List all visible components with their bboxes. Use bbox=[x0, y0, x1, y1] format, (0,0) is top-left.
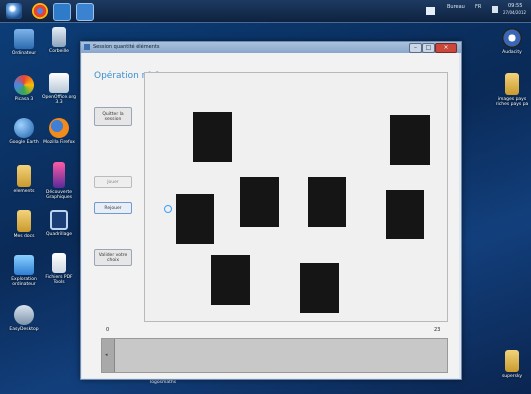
desktop-icon-openoffice[interactable]: OpenOffice.org 3.3 bbox=[40, 73, 78, 105]
window-title: Session quantité éléments bbox=[93, 44, 160, 50]
close-button[interactable]: × bbox=[435, 43, 457, 53]
desktop-label: Quadrillage bbox=[46, 232, 72, 237]
firefox-icon bbox=[49, 118, 69, 138]
quit-session-button[interactable]: Quitter la session bbox=[94, 107, 132, 126]
clock-date[interactable]: 27/04/2012 bbox=[503, 10, 526, 15]
desktop-label: Audacity bbox=[502, 50, 522, 55]
desktop-label: elements bbox=[13, 189, 35, 194]
desktop-label: Exploration ordinateur bbox=[11, 277, 37, 287]
volume-icon[interactable] bbox=[492, 6, 498, 13]
desktop-bottom-label: logosmaths bbox=[150, 380, 177, 385]
clock-time[interactable]: 09:55 bbox=[508, 3, 522, 9]
desktop-icon-fichiers[interactable]: Fichiers PDF Tools bbox=[40, 253, 78, 285]
google-earth-icon bbox=[14, 118, 34, 138]
app-icon bbox=[53, 162, 65, 188]
taskbar: Bureau FR 09:55 27/04/2012 bbox=[0, 0, 531, 23]
element-square bbox=[240, 177, 279, 227]
window-titlebar[interactable]: Session quantité éléments – □ × bbox=[81, 42, 461, 53]
element-square bbox=[386, 190, 424, 239]
openoffice-icon bbox=[49, 73, 69, 93]
desktop-label: Picasa 3 bbox=[14, 97, 34, 102]
window-client: Opération n° 1 Quitter la session Jouer … bbox=[82, 53, 459, 378]
scale-min-label: 0 bbox=[106, 327, 110, 333]
play-button[interactable]: Jouer bbox=[94, 176, 132, 188]
picasa-icon bbox=[14, 75, 34, 95]
folder-icon bbox=[17, 210, 31, 232]
slider-arrow-icon: ◂ bbox=[105, 352, 108, 358]
maximize-button[interactable]: □ bbox=[422, 43, 435, 53]
desktop-label: Mes docs bbox=[13, 234, 35, 239]
validate-choice-button[interactable]: Valider votre choix bbox=[94, 249, 132, 266]
desktop-label: OpenOffice.org 3.3 bbox=[42, 95, 76, 105]
app-icon-2[interactable] bbox=[76, 3, 94, 21]
desktop-icon-exploration[interactable]: Exploration ordinateur bbox=[5, 255, 43, 287]
tray-language[interactable]: FR bbox=[475, 4, 481, 10]
desktop-label: images pays riches pays pa bbox=[495, 97, 529, 107]
folder-icon bbox=[505, 73, 519, 95]
desktop-icon-quadrillage[interactable]: Quadrillage bbox=[40, 210, 78, 237]
audacity-icon bbox=[502, 28, 522, 48]
desktop-icon-google-earth[interactable]: Google Earth bbox=[5, 118, 43, 145]
file-icon bbox=[52, 253, 66, 273]
desktop-label: supersky bbox=[501, 374, 523, 379]
desktop-icon-easydesktop[interactable]: EasyDesktop bbox=[5, 305, 43, 332]
desktop-label: Mozilla Firefox bbox=[43, 140, 75, 145]
desktop-icon-elements[interactable]: elements bbox=[5, 165, 43, 194]
element-square bbox=[390, 115, 430, 165]
desktop-icon-mes-docs[interactable]: Mes docs bbox=[5, 210, 43, 239]
desktop-icon-images[interactable]: images pays riches pays pa bbox=[493, 73, 531, 107]
computer-icon bbox=[14, 29, 34, 49]
quantity-slider[interactable]: ◂ bbox=[101, 338, 448, 373]
app-icon bbox=[14, 305, 34, 325]
desktop-icon-recycle-bin[interactable]: Corbeille bbox=[40, 27, 78, 54]
desktop-icon-picasa[interactable]: Picasa 3 bbox=[5, 75, 43, 102]
session-window: Session quantité éléments – □ × Opératio… bbox=[80, 41, 462, 380]
window-icon bbox=[84, 44, 90, 50]
replay-button[interactable]: Rejouer bbox=[94, 202, 132, 214]
slider-handle[interactable] bbox=[102, 339, 115, 372]
notification-icon[interactable] bbox=[426, 7, 435, 15]
element-square bbox=[308, 177, 346, 227]
desktop-label: Corbeille bbox=[49, 49, 69, 54]
desktop-icon-computer[interactable]: Ordinateur bbox=[5, 29, 43, 56]
desktop-label: Découverte Graphiques bbox=[45, 190, 73, 200]
desktop-icon-audacity[interactable]: Audacity bbox=[493, 28, 531, 55]
app-icon[interactable] bbox=[53, 3, 71, 21]
scale-max-label: 23 bbox=[434, 327, 441, 333]
minimize-button[interactable]: – bbox=[409, 43, 422, 53]
chrome-icon[interactable] bbox=[32, 3, 48, 19]
app-icon bbox=[14, 255, 34, 275]
recycle-bin-icon bbox=[52, 27, 66, 47]
folder-icon bbox=[17, 165, 31, 187]
desktop-label: Fichiers PDF Tools bbox=[45, 275, 73, 285]
element-square bbox=[300, 263, 339, 313]
elements-canvas bbox=[144, 72, 448, 322]
tray-bureau-label[interactable]: Bureau bbox=[447, 4, 465, 10]
desktop-icon-firefox[interactable]: Mozilla Firefox bbox=[40, 118, 78, 145]
element-square bbox=[193, 112, 232, 162]
desktop-label: Google Earth bbox=[9, 140, 39, 145]
desktop-icon-supersky[interactable]: supersky bbox=[493, 350, 531, 379]
element-square bbox=[211, 255, 250, 305]
app-icon bbox=[50, 210, 68, 230]
desktop-icon-decouverte[interactable]: Découverte Graphiques bbox=[40, 162, 78, 200]
desktop-label: Ordinateur bbox=[11, 51, 37, 56]
element-square bbox=[176, 194, 214, 244]
windows-orb-icon[interactable] bbox=[6, 3, 22, 19]
folder-icon bbox=[505, 350, 519, 372]
desktop-label: EasyDesktop bbox=[9, 327, 39, 332]
mouse-cursor-icon bbox=[164, 205, 172, 213]
